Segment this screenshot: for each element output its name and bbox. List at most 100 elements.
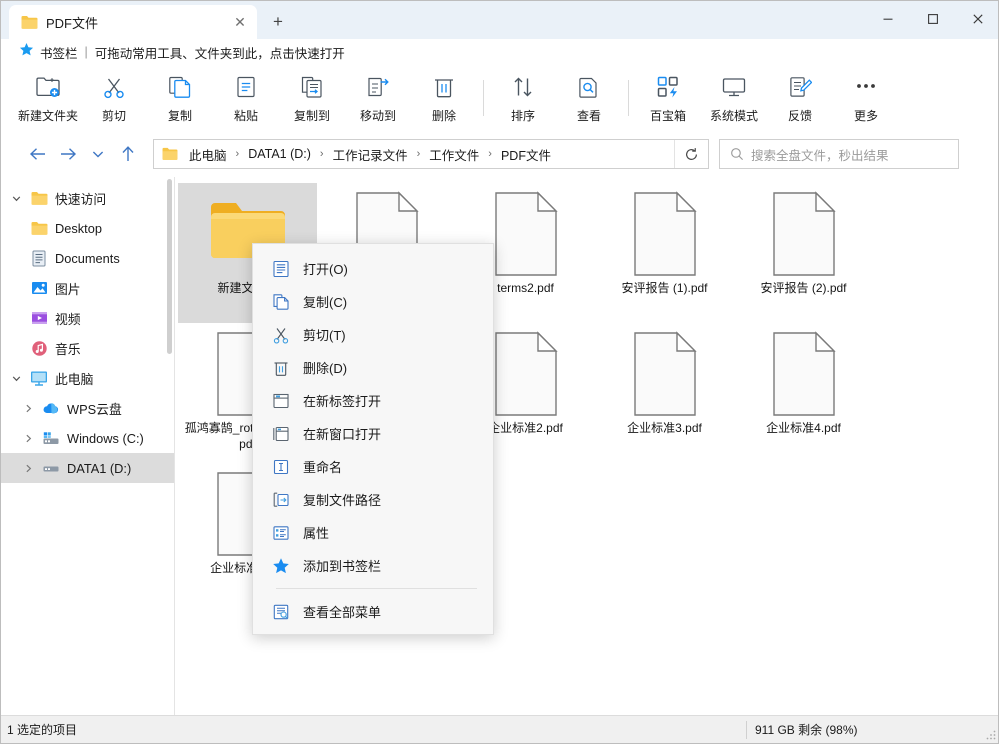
sidebar-item-windows-c[interactable]: Windows (C:) <box>1 423 174 453</box>
sidebar-item-data1-d[interactable]: DATA1 (D:) <box>1 453 174 483</box>
file-item-pdf[interactable]: 企业标准4.pdf <box>734 323 873 463</box>
sidebar-item-label: Windows (C:) <box>67 430 144 446</box>
context-menu-item-properties[interactable]: 属性 <box>253 516 493 549</box>
tab-pdf-files[interactable]: PDF文件 ✕ <box>9 5 257 39</box>
sidebar-item-wps-cloud[interactable]: WPS云盘 <box>1 393 174 423</box>
context-menu-label: 添加到书签栏 <box>303 559 382 574</box>
resize-grip[interactable] <box>985 728 997 740</box>
breadcrumb-item-1[interactable]: DATA1 (D:) <box>244 145 315 163</box>
close-button[interactable] <box>955 1 998 37</box>
scissors-icon <box>102 73 126 101</box>
context-menu-item-cut[interactable]: 剪切(T) <box>253 318 493 351</box>
chevron-down-icon[interactable] <box>9 373 23 384</box>
context-menu-item-delete[interactable]: 删除(D) <box>253 351 493 384</box>
toolbar-label: 新建文件夹 <box>17 108 78 123</box>
sidebar-item-label: 音乐 <box>55 341 81 357</box>
toolbar-sort[interactable]: 排序 <box>490 67 556 129</box>
toolbar-label: 排序 <box>510 108 535 123</box>
toolbar-feedback[interactable]: 反馈 <box>767 67 833 129</box>
toolbar-system-mode[interactable]: 系统模式 <box>701 67 767 129</box>
search-icon <box>730 147 744 161</box>
context-menu-item-open[interactable]: 打开(O) <box>253 252 493 285</box>
breadcrumb-item-2[interactable]: 工作记录文件 <box>329 143 412 166</box>
tab-label: PDF文件 <box>46 15 99 31</box>
breadcrumb-item-4[interactable]: PDF文件 <box>497 143 555 166</box>
context-menu[interactable]: 打开(O) 复制(C) 剪切(T) 删除(D) 在新标签打开 在新窗口打开 重命… <box>252 243 494 635</box>
toolbar-new-folder[interactable]: 新建文件夹 <box>15 67 81 129</box>
address-bar-row: 此电脑 › DATA1 (D:) › 工作记录文件 › 工作文件 › PDF文件 <box>1 131 998 177</box>
drive-icon <box>42 459 60 477</box>
refresh-icon[interactable] <box>674 140 708 168</box>
breadcrumb-item-3[interactable]: 工作文件 <box>425 143 483 166</box>
chevron-right-icon[interactable] <box>21 403 35 414</box>
sidebar-item-music[interactable]: 音乐 <box>1 333 174 363</box>
sidebar-item-documents[interactable]: Documents <box>1 243 174 273</box>
pdf-file-icon <box>631 191 699 277</box>
chevron-right-icon: › <box>416 148 421 160</box>
main-content: 快速访问 Desktop Documents 图片 视频 音乐 此电脑 WPS云… <box>1 177 998 715</box>
maximize-button[interactable] <box>910 1 955 37</box>
sidebar-scrollbar[interactable] <box>166 177 173 715</box>
bookmark-separator: | <box>84 45 88 59</box>
toolbar-move-to[interactable]: 移动到 <box>345 67 411 129</box>
sidebar-item-this-pc[interactable]: 此电脑 <box>1 363 174 393</box>
folder-icon <box>30 219 48 237</box>
file-item-pdf[interactable]: 企业标准3.pdf <box>595 323 734 463</box>
minimize-button[interactable] <box>865 1 910 37</box>
back-button[interactable] <box>23 139 53 169</box>
new-tab-icon <box>271 391 290 410</box>
breadcrumb-item-0[interactable]: 此电脑 <box>185 143 231 166</box>
cloud-icon <box>42 399 60 417</box>
context-menu-item-open-new-tab[interactable]: 在新标签打开 <box>253 384 493 417</box>
sidebar-item-label: 快速访问 <box>55 191 107 207</box>
star-icon <box>19 42 34 62</box>
paste-icon <box>234 73 258 101</box>
history-dropdown-button[interactable] <box>83 139 113 169</box>
toolbar-cut[interactable]: 剪切 <box>81 67 147 129</box>
title-bar: PDF文件 ✕ + <box>1 1 998 39</box>
view-icon <box>577 73 601 101</box>
sidebar-item-videos[interactable]: 视频 <box>1 303 174 333</box>
up-button[interactable] <box>113 139 143 169</box>
context-menu-item-copy[interactable]: 复制(C) <box>253 285 493 318</box>
sidebar-item-desktop[interactable]: Desktop <box>1 213 174 243</box>
monitor-icon <box>721 73 747 101</box>
context-menu-item-open-new-window[interactable]: 在新窗口打开 <box>253 417 493 450</box>
sidebar-item-pictures[interactable]: 图片 <box>1 273 174 303</box>
toolbar-view[interactable]: 查看 <box>556 67 622 129</box>
toolbar-more[interactable]: 更多 <box>833 67 899 129</box>
close-icon[interactable]: ✕ <box>229 11 251 33</box>
chevron-down-icon[interactable] <box>9 193 23 204</box>
toolbar-label: 复制 <box>167 108 192 123</box>
breadcrumb-bar[interactable]: 此电脑 › DATA1 (D:) › 工作记录文件 › 工作文件 › PDF文件 <box>153 139 709 169</box>
toolbar-copy-to[interactable]: 复制到 <box>279 67 345 129</box>
file-item-pdf[interactable]: 安评报告 (1).pdf <box>595 183 734 323</box>
status-bar: 1 选定的项目 911 GB 剩余 (98%) <box>1 715 998 743</box>
toolbar-toolbox[interactable]: 百宝箱 <box>635 67 701 129</box>
chevron-right-icon[interactable] <box>21 463 35 474</box>
new-window-icon <box>271 424 290 443</box>
search-input[interactable]: 搜索全盘文件，秒出结果 <box>719 139 959 169</box>
properties-icon <box>271 523 290 542</box>
sidebar-scroll-thumb[interactable] <box>167 179 172 354</box>
sidebar-item-quick-access[interactable]: 快速访问 <box>1 183 174 213</box>
toolbar-delete[interactable]: 删除 <box>411 67 477 129</box>
file-explorer-window: PDF文件 ✕ + 书签栏 | 可拖动常用工具、文件夹到此，点击快速打开 新建文… <box>0 0 999 744</box>
forward-button[interactable] <box>53 139 83 169</box>
toolbar-paste[interactable]: 粘贴 <box>213 67 279 129</box>
context-menu-item-rename[interactable]: 重命名 <box>253 450 493 483</box>
toolbar-copy[interactable]: 复制 <box>147 67 213 129</box>
toolbar-divider <box>483 80 484 116</box>
context-menu-label: 复制(C) <box>303 295 348 310</box>
context-menu-label: 删除(D) <box>303 361 348 376</box>
chevron-right-icon[interactable] <box>21 433 35 444</box>
context-menu-label: 属性 <box>303 526 330 541</box>
toolbar-label: 百宝箱 <box>649 108 686 123</box>
file-item-pdf[interactable]: 安评报告 (2).pdf <box>734 183 873 323</box>
context-menu-item-add-bookmark[interactable]: 添加到书签栏 <box>253 549 493 582</box>
new-tab-button[interactable]: + <box>263 7 293 37</box>
sidebar-item-label: Desktop <box>55 220 102 236</box>
context-menu-item-view-all[interactable]: 查看全部菜单 <box>253 595 493 628</box>
sidebar-item-label: 此电脑 <box>55 371 94 387</box>
context-menu-item-copy-path[interactable]: 复制文件路径 <box>253 483 493 516</box>
